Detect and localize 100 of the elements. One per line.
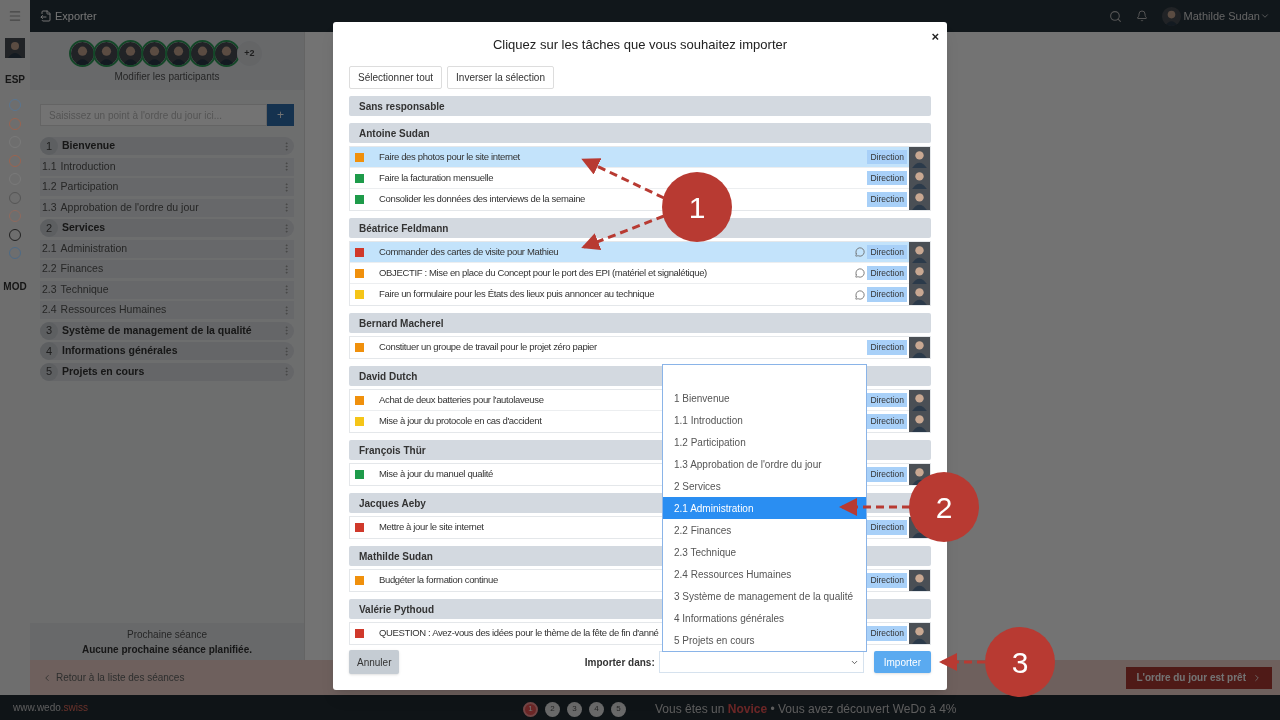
assignee-name: Mathilde Sudan	[359, 549, 433, 564]
tag-label: Direction	[867, 520, 907, 535]
task-title: Faire un formulaire pour les États des lieux puis annoncer au technique	[379, 287, 655, 302]
tag-label: Direction	[867, 287, 907, 302]
agenda-title: Informations générales	[62, 343, 179, 359]
assignee-name: Valérie Pythoud	[359, 602, 435, 617]
task-title: Achat de deux batteries pour l'autolaveuse	[379, 392, 544, 407]
participant-avatar	[213, 40, 240, 67]
agenda-number: 2.1	[42, 240, 57, 256]
tag-label: Direction	[867, 414, 907, 429]
task-row[interactable]: Commander des cartes de visite pour Mathieu Direction	[350, 242, 930, 263]
selection-button[interactable]: Sélectionner tout	[349, 66, 443, 89]
task-title: QUESTION : Avez-vous des idées pour le thème de la fête de fin d'anné	[379, 626, 659, 641]
dropdown-option[interactable]: 1 Bienvenue	[663, 387, 866, 409]
tag-label: Direction	[867, 244, 907, 260]
user-avatar	[5, 38, 25, 58]
assignee-name: David Dutch	[359, 369, 418, 384]
agenda-title: Projets en cours	[62, 363, 146, 379]
task-title: OBJECTIF : Mise en place du Concept pour le port des EPI (matériel et signalétique)	[379, 265, 707, 280]
task-row[interactable]: Faire la facturation mensuelle Direction	[350, 168, 930, 189]
assignee-avatar	[909, 411, 930, 432]
agenda-title: Système de management de la qualité	[62, 322, 253, 338]
tag-label: Direction	[867, 573, 907, 588]
agenda-title: Services	[62, 220, 107, 236]
tag-label: Direction	[867, 265, 907, 281]
assignee-name: Bernard Macherel	[359, 316, 444, 331]
next-meeting-value: Aucune prochaine séance planifiée.	[81, 642, 253, 657]
task-title: Faire la facturation mensuelle	[379, 170, 494, 185]
tag-label: Direction	[867, 626, 907, 641]
assignee-name: Béatrice Feldmann	[359, 221, 449, 236]
task-title: Mise à jour du manuel qualité	[379, 467, 493, 482]
agenda-number: 4	[40, 342, 58, 360]
agenda-number: 1	[40, 137, 58, 155]
tag-label: Direction	[867, 467, 907, 482]
participant-avatar	[69, 40, 96, 67]
search-icon[interactable]	[1108, 9, 1122, 23]
rail-label: ESP	[5, 73, 25, 87]
agenda-number: 1.2	[42, 179, 57, 195]
rail-label: MOD	[3, 280, 27, 294]
agenda-number: 1.1	[42, 158, 57, 174]
agenda-title: Introduction	[60, 158, 117, 174]
selection-button[interactable]: Inverser la sélection	[447, 66, 554, 89]
export-link[interactable]: Exporter	[55, 7, 97, 25]
back-icon[interactable]	[42, 672, 52, 683]
next-meeting-label: Prochaine séance	[126, 627, 208, 642]
agenda-number: 3	[40, 321, 58, 340]
assignee-avatar	[909, 241, 930, 263]
agenda-title: Technique	[60, 281, 110, 297]
task-title: Budgéter la formation continue	[379, 573, 498, 588]
tag-label: Direction	[867, 392, 907, 408]
agenda-title: Bienvenue	[62, 138, 117, 154]
task-row[interactable]: OBJECTIF : Mise en place du Concept pour le port des EPI (matériel et signalétique) Direction	[350, 263, 930, 284]
agenda-title: Ressources Humaines	[60, 302, 168, 318]
participant-avatar	[93, 40, 120, 67]
assignee-name: Sans responsable	[359, 99, 445, 114]
agenda-title: Finances	[60, 261, 105, 277]
user-avatar	[1161, 6, 1181, 26]
task-row[interactable]: Faire des photos pour le site internet Direction	[350, 147, 930, 168]
assignee-avatar	[909, 167, 930, 189]
agenda-title: Participation	[60, 179, 120, 195]
agenda-title: Administration	[60, 240, 129, 256]
assignee-avatar	[909, 262, 930, 284]
agenda-number: 2.3	[42, 281, 57, 297]
assignee-avatar	[909, 570, 930, 591]
cancel-button[interactable]: Annuler	[349, 650, 400, 674]
chevron-icon[interactable]	[1260, 11, 1270, 21]
task-title: Consolider les données des interviews de la semaine	[379, 192, 586, 207]
dropdown-option[interactable]: 1.1 Introduction	[663, 409, 866, 431]
chevron-icon	[1252, 672, 1262, 683]
dropdown-option[interactable]: 2.2 Finances	[663, 519, 866, 541]
agenda-number: 1.3	[42, 199, 57, 215]
assignee-avatar	[909, 284, 930, 305]
task-title: Constituer un groupe de travail pour le projet zéro papier	[379, 340, 597, 355]
task-title: Mettre à jour le site internet	[379, 520, 484, 535]
dropdown-option[interactable]: 1.2 Participation	[663, 431, 866, 453]
tag-label: Direction	[867, 149, 907, 165]
assignee-avatar	[909, 389, 930, 411]
dropdown-option[interactable]: 2.3 Technique	[663, 541, 866, 563]
agenda-number: 5	[40, 362, 58, 381]
participant-avatar	[117, 40, 144, 67]
tag-label: Direction	[867, 170, 907, 186]
assignee-avatar	[909, 623, 930, 644]
task-title: Mise à jour du protocole en cas d'accident	[379, 414, 542, 429]
assignee-name: Jacques Aeby	[359, 496, 426, 511]
participant-avatar	[165, 40, 192, 67]
arrow	[839, 498, 910, 516]
import-label: Importer dans:	[584, 655, 655, 670]
participant-avatar	[189, 40, 216, 67]
assignee-avatar	[909, 146, 930, 168]
bell-icon[interactable]	[1135, 10, 1148, 22]
progress-text: Vous êtes un Novice • Vous avez découvert WeDo à 4%	[655, 701, 957, 718]
export-icon[interactable]	[40, 10, 52, 22]
task-title: Commander des cartes de visite pour Mathieu	[379, 244, 559, 259]
close-button[interactable]: ×	[931, 27, 939, 47]
agenda-number: 2	[40, 219, 58, 237]
menu-icon[interactable]	[8, 9, 22, 23]
agenda-title: Approbation de l'ordre du jour	[60, 199, 200, 215]
assignee-name: François Thür	[359, 443, 426, 458]
agenda-number: 2.2	[42, 261, 57, 277]
dialog-title: Cliquez sur les tâches que vous souhaitez importer	[492, 36, 788, 54]
